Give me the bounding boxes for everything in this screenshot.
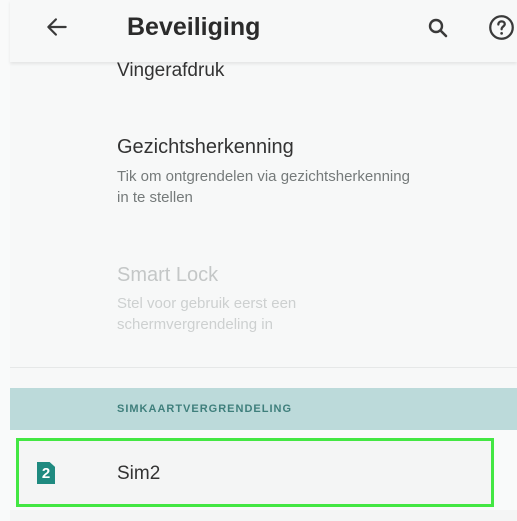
help-circle-icon[interactable] — [488, 14, 515, 41]
security-settings-screen: Vingerafdruk Beveiliging Gezichtsherkenn… — [0, 0, 517, 521]
section-header-label: SIMKAARTVERGRENDELING — [117, 403, 293, 415]
face-recognition-title: Gezichtsherkenning — [117, 136, 294, 158]
app-bar: Beveiliging — [10, 0, 517, 62]
smart-lock-summary: Stel voor gebruik eerst een schermvergre… — [117, 295, 297, 333]
fingerprint-item-title[interactable]: Vingerafdruk — [117, 60, 224, 82]
sim-card-number: 2 — [41, 465, 51, 482]
sim-lock-section-header: SIMKAARTVERGRENDELING — [10, 388, 517, 430]
face-recognition-summary: Tik om ontgrendelen via gezichtsherkenni… — [117, 168, 410, 206]
face-recognition-item[interactable]: Gezichtsherkenning Tik om ontgrendelen v… — [10, 120, 517, 230]
sim-card-icon: 2 — [37, 462, 55, 484]
smart-lock-title: Smart Lock — [117, 264, 219, 286]
sim2-item[interactable]: 2 Sim2 — [16, 438, 494, 507]
section-divider — [10, 367, 517, 368]
bottom-list-edge — [10, 510, 517, 521]
search-icon[interactable] — [426, 16, 450, 40]
smart-lock-item: Smart Lock Stel voor gebruik eerst een s… — [10, 250, 517, 360]
arrow-left-icon[interactable] — [44, 14, 70, 40]
sim2-label: Sim2 — [117, 463, 161, 484]
page-title: Beveiliging — [127, 13, 261, 41]
